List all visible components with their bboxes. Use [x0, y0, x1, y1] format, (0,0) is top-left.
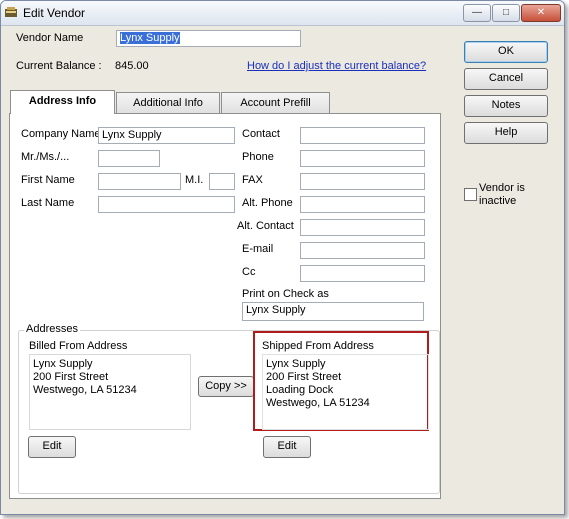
quickbooks-app-icon	[5, 7, 17, 17]
cancel-button[interactable]: Cancel	[464, 68, 548, 90]
cc-label: Cc	[242, 266, 256, 278]
vendor-name-value: Lynx Supply	[120, 32, 180, 44]
fax-label: FAX	[242, 174, 263, 186]
mr-ms-label: Mr./Ms./...	[21, 151, 70, 163]
vendor-inactive-label-1: Vendor is	[479, 182, 525, 194]
shipped-line-1: Lynx Supply	[266, 358, 326, 370]
current-balance-label: Current Balance :	[16, 60, 102, 72]
edit-billed-address-button[interactable]: Edit	[28, 436, 76, 458]
first-name-input[interactable]	[98, 173, 181, 190]
maximize-icon: □	[502, 7, 510, 18]
email-input[interactable]	[300, 242, 425, 259]
edit-vendor-window: Edit Vendor — □ ✕ Vendor Name Lynx Suppl…	[0, 0, 565, 515]
adjust-balance-link[interactable]: How do I adjust the current balance?	[247, 60, 426, 72]
vendor-inactive-label-2: inactive	[479, 195, 517, 207]
ok-button[interactable]: OK	[464, 41, 548, 63]
phone-label: Phone	[242, 151, 274, 163]
company-name-label: Company Name	[21, 128, 101, 140]
window-title: Edit Vendor	[23, 6, 86, 20]
print-on-check-input[interactable]: Lynx Supply	[242, 302, 424, 321]
mi-label: M.I.	[185, 174, 204, 186]
shipped-line-3: Loading Dock	[266, 384, 334, 396]
mr-ms-input[interactable]	[98, 150, 160, 167]
billed-line-3: Westwego, LA 51234	[33, 384, 137, 396]
tab-additional-info[interactable]: Additional Info	[116, 92, 220, 114]
billed-from-label: Billed From Address	[29, 340, 128, 352]
shipped-line-2: 200 First Street	[266, 371, 342, 383]
minimize-button[interactable]: —	[463, 4, 491, 22]
copy-address-button[interactable]: Copy >>	[198, 376, 254, 397]
billed-from-address-box: Lynx Supply 200 First Street Westwego, L…	[29, 354, 191, 430]
email-label: E-mail	[242, 243, 274, 255]
alt-contact-input[interactable]	[300, 219, 425, 236]
edit-shipped-address-button[interactable]: Edit	[263, 436, 311, 458]
last-name-input[interactable]	[98, 196, 235, 213]
alt-contact-label: Alt. Contact	[237, 220, 294, 232]
shipped-from-address-box: Lynx Supply 200 First Street Loading Doc…	[262, 354, 429, 430]
company-name-input[interactable]: Lynx Supply	[98, 127, 235, 144]
last-name-label: Last Name	[21, 197, 75, 209]
vendor-name-label: Vendor Name	[16, 32, 84, 44]
phone-input[interactable]	[300, 150, 425, 167]
print-on-check-label: Print on Check as	[242, 288, 329, 300]
first-name-label: First Name	[21, 174, 75, 186]
billed-line-1: Lynx Supply	[33, 358, 93, 370]
shipped-from-label: Shipped From Address	[262, 340, 374, 352]
billed-line-2: 200 First Street	[33, 371, 109, 383]
close-button[interactable]: ✕	[521, 4, 561, 22]
alt-phone-label: Alt. Phone	[242, 197, 293, 209]
current-balance-value: 845.00	[115, 60, 149, 72]
shipped-line-4: Westwego, LA 51234	[266, 397, 370, 409]
notes-button[interactable]: Notes	[464, 95, 548, 117]
cc-input[interactable]	[300, 265, 425, 282]
tab-address-info[interactable]: Address Info	[10, 90, 115, 114]
addresses-group-label: Addresses	[24, 323, 80, 335]
tab-account-prefill[interactable]: Account Prefill	[221, 92, 330, 114]
contact-label: Contact	[242, 128, 280, 140]
alt-phone-input[interactable]	[300, 196, 425, 213]
contact-input[interactable]	[300, 127, 425, 144]
minimize-icon: —	[472, 7, 482, 18]
help-button[interactable]: Help	[464, 122, 548, 144]
vendor-name-input[interactable]: Lynx Supply	[116, 30, 301, 47]
title-bar[interactable]: Edit Vendor — □ ✕	[1, 1, 564, 26]
vendor-inactive-checkbox[interactable]	[464, 188, 477, 201]
close-icon: ✕	[536, 7, 546, 18]
maximize-button[interactable]: □	[492, 4, 520, 22]
address-info-panel: Company Name Lynx Supply Mr./Ms./... Fir…	[9, 113, 441, 499]
mi-input[interactable]	[209, 173, 235, 190]
fax-input[interactable]	[300, 173, 425, 190]
dialog-body: Vendor Name Lynx Supply Current Balance …	[1, 26, 564, 514]
